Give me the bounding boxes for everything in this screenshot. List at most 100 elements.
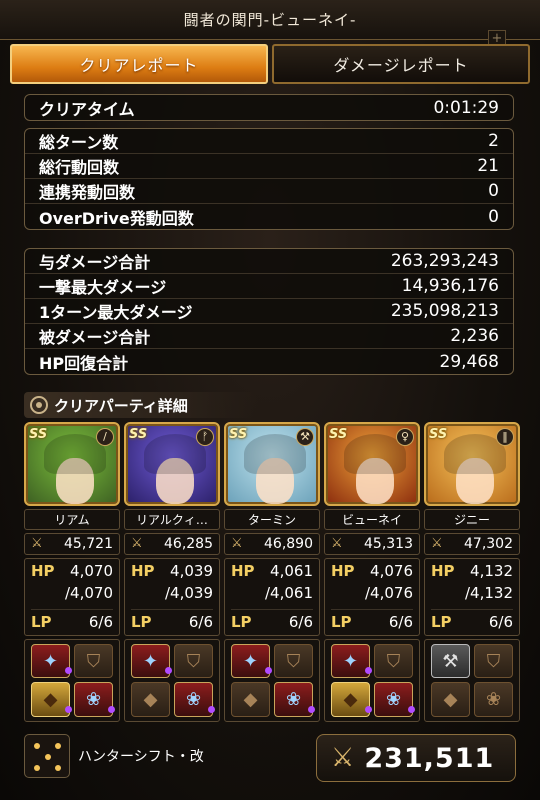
stat-label: クリアタイム <box>39 99 135 119</box>
lp-label: LP <box>431 612 452 631</box>
stat-label: OverDrive発動回数 <box>39 208 194 228</box>
weapon-slot[interactable]: ✦ <box>31 643 72 679</box>
bow-icon: ‖ <box>496 428 514 446</box>
hp-max: /4,076 <box>365 583 413 602</box>
crossed-swords-icon: ⚔ <box>431 536 443 552</box>
stat-row-hp-recovered: HP回復合計 29,468 <box>25 349 513 374</box>
rarity-badge: SS <box>129 427 148 442</box>
club-icon: ⚒ <box>296 428 314 446</box>
accessory-slot-empty[interactable]: ◆ <box>431 682 470 717</box>
power-box: ⚔ 45,313 <box>324 532 420 555</box>
staff-icon: ♀ <box>396 428 414 446</box>
stat-row-damage-taken: 被ダメージ合計 2,236 <box>25 324 513 349</box>
stat-value: 2 <box>488 131 499 151</box>
lp-value: 6/6 <box>88 612 113 631</box>
stat-label: 一撃最大ダメージ <box>39 278 167 297</box>
hp-lp-box: HP 4,132 /4,132 LP 6/6 <box>424 557 520 636</box>
party-member: SS ᚠ リアルクィ… ⚔ 46,285 HP 4,039 /4,039 LP 6/… <box>124 422 220 722</box>
stat-label: 総ターン数 <box>39 133 119 152</box>
stat-row-total-damage: 与ダメージ合計 263,293,243 <box>25 249 513 274</box>
character-portrait[interactable]: SS ♀ <box>324 422 420 507</box>
ornament-slot[interactable]: ❀ <box>174 682 215 717</box>
report-tabs: クリアレポート ダメージレポート <box>10 44 530 88</box>
hp-max: /4,061 <box>265 583 313 602</box>
ornament-slot[interactable]: ❀ <box>274 682 315 717</box>
ornament-slot-empty[interactable]: ❀ <box>474 682 513 717</box>
stat-row-total-actions: 総行動回数 21 <box>25 154 513 179</box>
hp-current: 4,132 <box>470 561 513 580</box>
power-box: ⚔ 46,285 <box>124 532 220 555</box>
stat-label: 1ターン最大ダメージ <box>39 303 193 322</box>
weapon-slot[interactable]: ✦ <box>331 643 372 679</box>
accessory-slot[interactable]: ◆ <box>31 682 72 717</box>
hp-current: 4,039 <box>170 561 213 580</box>
accessory-slot[interactable]: ◆ <box>331 682 372 717</box>
rarity-badge: SS <box>429 427 448 442</box>
hp-label: HP <box>131 561 155 580</box>
footer-bar: ハンターシフト・改 ⚔ 231,511 <box>24 734 516 786</box>
equipment-grid: ✦ ⛉ ◆ ❀ <box>24 638 120 722</box>
clear-time-panel: クリアタイム 0:01:29 <box>24 94 514 121</box>
party-details-header: クリアパーティ詳細 <box>24 392 258 418</box>
stat-label: 総行動回数 <box>39 158 120 177</box>
power-value: 45,313 <box>364 535 413 552</box>
rarity-badge: SS <box>329 427 348 442</box>
stat-label: 与ダメージ合計 <box>39 253 151 272</box>
armor-slot-empty[interactable]: ⛉ <box>174 643 213 679</box>
stat-row-overdrive-count: OverDrive発動回数 0 <box>25 204 513 229</box>
hp-label: HP <box>31 561 55 580</box>
power-box: ⚔ 46,890 <box>224 532 320 555</box>
crossed-swords-icon: ⚔ <box>131 536 143 552</box>
stat-label: HP回復合計 <box>39 353 129 373</box>
lp-label: LP <box>31 612 52 631</box>
party-member: SS ♀ ビューネイ ⚔ 45,313 HP 4,076 /4,076 LP 6/6… <box>324 422 420 722</box>
tab-damage-report[interactable]: ダメージレポート <box>272 44 530 84</box>
hp-lp-box: HP 4,039 /4,039 LP 6/6 <box>124 557 220 636</box>
weapon-slot[interactable]: ✦ <box>131 643 172 679</box>
sword-icon: / <box>96 428 114 446</box>
report-screen: 闘者の関門-ビューネイ- + クリアレポート ダメージレポート クリアタイム 0… <box>0 0 540 800</box>
character-portrait[interactable]: SS ‖ <box>424 422 520 507</box>
power-value: 47,302 <box>464 535 513 552</box>
ornament-slot[interactable]: ❀ <box>74 682 115 717</box>
ornament-slot[interactable]: ❀ <box>374 682 415 717</box>
character-portrait[interactable]: SS ᚠ <box>124 422 220 507</box>
character-portrait[interactable]: SS / <box>24 422 120 507</box>
character-name: ジニー <box>424 509 520 530</box>
crossed-swords-icon: ⚔ <box>31 536 43 552</box>
damage-panel: 与ダメージ合計 263,293,243 一撃最大ダメージ 14,936,176 … <box>24 248 514 375</box>
stat-value: 235,098,213 <box>390 301 499 321</box>
lp-label: LP <box>331 612 352 631</box>
character-portrait[interactable]: SS ⚒ <box>224 422 320 507</box>
stat-label: 連携発動回数 <box>39 183 136 202</box>
lp-label: LP <box>131 612 152 631</box>
power-value: 46,285 <box>164 535 213 552</box>
hp-lp-box: HP 4,070 /4,070 LP 6/6 <box>24 557 120 636</box>
power-value: 45,721 <box>64 535 113 552</box>
formation-icon[interactable] <box>24 734 70 778</box>
rarity-badge: SS <box>229 427 248 442</box>
stat-value: 0 <box>488 181 499 201</box>
stat-value: 14,936,176 <box>401 276 499 296</box>
stat-row-max-turn-damage: 1ターン最大ダメージ 235,098,213 <box>25 299 513 324</box>
weapon-slot[interactable]: ✦ <box>231 643 272 679</box>
hp-max: /4,132 <box>465 583 513 602</box>
formation-name: ハンターシフト・改 <box>78 749 204 765</box>
lp-value: 6/6 <box>488 612 513 631</box>
armor-slot-empty[interactable]: ⛉ <box>274 643 313 679</box>
equipment-grid: ✦ ⛉ ◆ ❀ <box>324 638 420 722</box>
accessory-slot-empty[interactable]: ◆ <box>131 682 170 717</box>
armor-slot-empty[interactable]: ⛉ <box>74 643 113 679</box>
hp-label: HP <box>431 561 455 580</box>
tab-clear-report[interactable]: クリアレポート <box>10 44 268 84</box>
gear-icon <box>30 396 48 414</box>
equipment-grid: ✦ ⛉ ◆ ❀ <box>124 638 220 722</box>
armor-slot-empty[interactable]: ⛉ <box>474 643 513 679</box>
total-power-value: 231,511 <box>364 742 495 774</box>
hp-current: 4,070 <box>70 561 113 580</box>
stat-row-total-turns: 総ターン数 2 <box>25 129 513 154</box>
party-member: SS ⚒ ターミン ⚔ 46,890 HP 4,061 /4,061 LP 6/6 … <box>224 422 320 722</box>
armor-slot-empty[interactable]: ⛉ <box>374 643 413 679</box>
accessory-slot-empty[interactable]: ◆ <box>231 682 270 717</box>
weapon-slot[interactable]: ⚒ <box>431 643 470 679</box>
